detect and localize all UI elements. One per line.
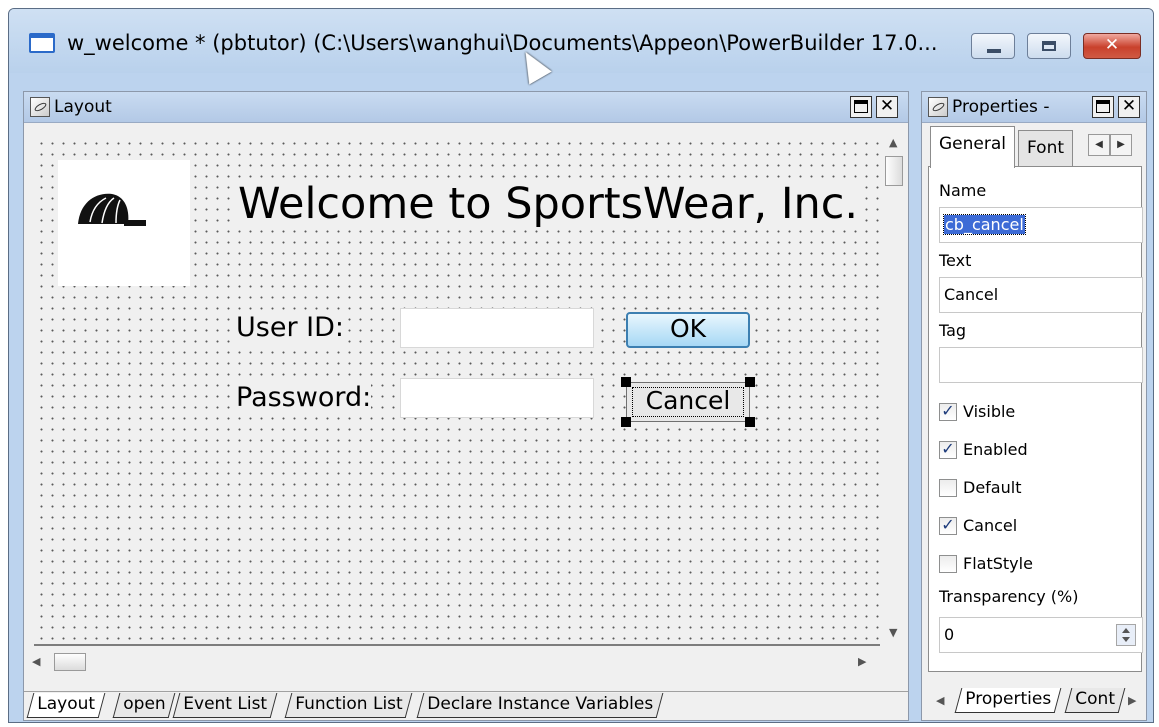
- tab-scroll-left-icon[interactable]: ◀: [936, 694, 944, 707]
- transparency-spinner[interactable]: 0: [939, 617, 1143, 653]
- name-field[interactable]: cb_cancel: [939, 207, 1143, 243]
- tab-general[interactable]: General: [930, 126, 1015, 168]
- selection-handle[interactable]: [621, 377, 631, 387]
- properties-pane-title: Properties -: [952, 97, 1050, 117]
- scroll-left-icon[interactable]: ◀: [32, 655, 40, 668]
- user-id-label[interactable]: User ID:: [236, 312, 344, 344]
- cancel-checkbox-row[interactable]: ✓ Cancel: [939, 515, 1017, 539]
- selection-handle[interactable]: [745, 377, 755, 387]
- visible-checkbox[interactable]: ✓: [939, 402, 957, 421]
- main-window: w_welcome * (pbtutor) (C:\Users\wanghui\…: [8, 8, 1154, 723]
- enabled-checkbox[interactable]: ✓: [939, 440, 957, 459]
- tag-label: Tag: [939, 321, 967, 340]
- tab-scroll-right-icon[interactable]: ▶: [1128, 694, 1136, 707]
- pane-maximize-button[interactable]: [850, 96, 872, 118]
- close-icon: ✕: [1104, 35, 1120, 55]
- minimize-button[interactable]: [971, 33, 1015, 59]
- text-label: Text: [939, 251, 972, 270]
- pane-maximize-button[interactable]: [1092, 96, 1114, 118]
- pane-close-button[interactable]: ✕: [876, 96, 898, 118]
- enabled-label: Enabled: [963, 440, 1028, 459]
- password-label[interactable]: Password:: [236, 382, 372, 414]
- flatstyle-checkbox[interactable]: [939, 554, 957, 573]
- tab-scroll-right-icon[interactable]: ▶: [1110, 134, 1132, 156]
- maximize-button[interactable]: [1027, 33, 1071, 59]
- enabled-checkbox-row[interactable]: ✓ Enabled: [939, 439, 1028, 463]
- visible-checkbox-row[interactable]: ✓ Visible: [939, 401, 1015, 425]
- tab-function-list[interactable]: Function List: [284, 693, 413, 718]
- tab-font[interactable]: Font: [1018, 130, 1074, 166]
- design-canvas[interactable]: Welcome to SportsWear, Inc. User ID: OK …: [34, 134, 880, 646]
- properties-body: Name cb_cancel Text Cancel Tag ✓ Visible …: [928, 166, 1143, 672]
- properties-tabs: General Font ◀ ▶: [928, 126, 1142, 168]
- properties-pane: Properties - ✕ General Font ◀ ▶ Name cb_…: [921, 91, 1147, 721]
- pane-icon: [928, 97, 948, 117]
- window-icon: [29, 33, 55, 53]
- properties-pane-titlebar: Properties - ✕: [922, 92, 1146, 123]
- transparency-label: Transparency (%): [939, 587, 1079, 606]
- horizontal-scrollbar[interactable]: ◀ ▶: [24, 650, 880, 674]
- selection-handle[interactable]: [621, 417, 631, 427]
- default-checkbox[interactable]: [939, 478, 957, 497]
- flatstyle-checkbox-row[interactable]: FlatStyle: [939, 553, 1033, 577]
- horizontal-scroll-thumb[interactable]: [54, 653, 86, 671]
- name-label: Name: [939, 181, 987, 200]
- pane-close-button[interactable]: ✕: [1118, 96, 1140, 118]
- ok-button[interactable]: OK: [626, 312, 750, 348]
- pane-icon: [30, 97, 50, 117]
- scroll-down-icon[interactable]: ▼: [889, 626, 897, 639]
- user-id-field[interactable]: [400, 308, 594, 348]
- scroll-right-icon[interactable]: ▶: [858, 655, 866, 668]
- properties-tabbar: ◀ Properties Cont ▶: [928, 684, 1142, 720]
- tag-field[interactable]: [939, 347, 1143, 383]
- default-checkbox-row[interactable]: Default: [939, 477, 1021, 501]
- flatstyle-label: FlatStyle: [963, 554, 1033, 573]
- tab-layout[interactable]: Layout: [26, 693, 106, 718]
- scroll-up-icon[interactable]: ▲: [889, 136, 897, 149]
- focus-rect: [632, 387, 744, 417]
- tab-control-list[interactable]: Cont: [1064, 688, 1126, 713]
- name-field-value: cb_cancel: [943, 214, 1026, 235]
- default-label: Default: [963, 478, 1022, 497]
- cancel-button[interactable]: Cancel: [626, 382, 750, 422]
- password-field[interactable]: [400, 378, 594, 418]
- window-title: w_welcome * (pbtutor) (C:\Users\wanghui\…: [67, 31, 938, 55]
- layout-pane: Layout ✕ Welcome to SportsWear, Inc. Use…: [23, 91, 909, 721]
- close-button[interactable]: ✕: [1083, 33, 1141, 59]
- text-field[interactable]: Cancel: [939, 277, 1143, 313]
- transparency-value: 0: [944, 625, 955, 644]
- visible-label: Visible: [963, 402, 1016, 421]
- title-bar[interactable]: w_welcome * (pbtutor) (C:\Users\wanghui\…: [9, 9, 1153, 73]
- vertical-scrollbar[interactable]: ▲ ▼: [882, 134, 906, 646]
- welcome-text[interactable]: Welcome to SportsWear, Inc.: [238, 180, 859, 228]
- tab-open[interactable]: open: [112, 693, 176, 718]
- spin-icon[interactable]: [1116, 624, 1136, 646]
- layout-pane-title: Layout: [54, 97, 112, 117]
- tab-declare-instance-variables[interactable]: Declare Instance Variables: [416, 693, 664, 718]
- tab-event-list[interactable]: Event List: [172, 693, 278, 718]
- layout-pane-titlebar: Layout ✕: [24, 92, 908, 123]
- logo-picture[interactable]: [58, 160, 190, 286]
- cancel-label: Cancel: [963, 516, 1018, 535]
- tab-scroll-left-icon[interactable]: ◀: [1088, 134, 1110, 156]
- layout-tabbar: Layout open Event List Function List Dec…: [24, 691, 908, 720]
- selection-handle[interactable]: [745, 417, 755, 427]
- vertical-scroll-thumb[interactable]: [885, 156, 903, 186]
- cap-icon: [78, 193, 146, 226]
- cancel-checkbox[interactable]: ✓: [939, 516, 957, 535]
- tab-properties[interactable]: Properties: [954, 688, 1062, 713]
